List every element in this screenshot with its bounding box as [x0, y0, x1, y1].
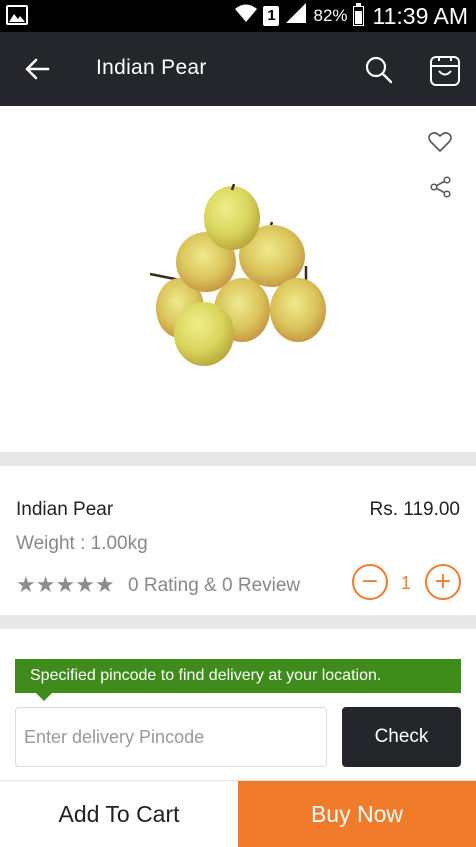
- signal-icon: [284, 3, 308, 29]
- gallery-icon: [6, 5, 28, 25]
- star-icon: ★: [35, 572, 56, 597]
- product-name: Indian Pear: [16, 499, 114, 520]
- product-price: Rs. 119.00: [369, 499, 460, 520]
- decrement-button[interactable]: −: [352, 564, 388, 600]
- status-bar: 1 82% 11:39 AM: [0, 0, 476, 32]
- clock: 11:39 AM: [372, 2, 468, 29]
- add-to-cart-button[interactable]: Add To Cart: [0, 781, 238, 847]
- wifi-icon: [234, 3, 258, 29]
- product-image: [146, 183, 336, 374]
- back-arrow-icon[interactable]: [22, 56, 52, 82]
- star-icon: ★: [55, 572, 76, 597]
- divider: [0, 452, 476, 466]
- divider: [0, 615, 476, 629]
- battery-icon: [352, 3, 364, 26]
- quantity-value: 1: [400, 573, 411, 593]
- buy-now-button[interactable]: Buy Now: [238, 781, 476, 847]
- star-icon: ★: [94, 572, 115, 597]
- pincode-input[interactable]: [15, 707, 327, 767]
- pincode-hint-tail: [36, 693, 52, 701]
- search-icon[interactable]: [364, 55, 394, 85]
- star-icon: ★: [75, 572, 95, 597]
- pincode-hint: Specified pincode to find delivery at yo…: [15, 659, 461, 693]
- heart-icon[interactable]: [428, 131, 452, 153]
- product-weight: Weight : 1.00kg: [16, 533, 148, 554]
- app-bar: Indian Pear: [0, 32, 476, 106]
- bottom-action-bar: Add To Cart Buy Now: [0, 780, 476, 847]
- rating-summary: 0 Rating & 0 Review: [128, 575, 301, 596]
- star-rating: ★ ★ ★ ★ ★: [16, 574, 115, 596]
- battery-percent: 82%: [313, 6, 348, 25]
- page-title: Indian Pear: [96, 56, 207, 79]
- check-button[interactable]: Check: [342, 707, 461, 767]
- star-icon: ★: [16, 572, 36, 597]
- increment-button[interactable]: +: [425, 564, 461, 600]
- cart-icon[interactable]: [428, 54, 462, 88]
- sim-indicator: 1: [263, 6, 280, 26]
- share-icon[interactable]: [430, 176, 452, 198]
